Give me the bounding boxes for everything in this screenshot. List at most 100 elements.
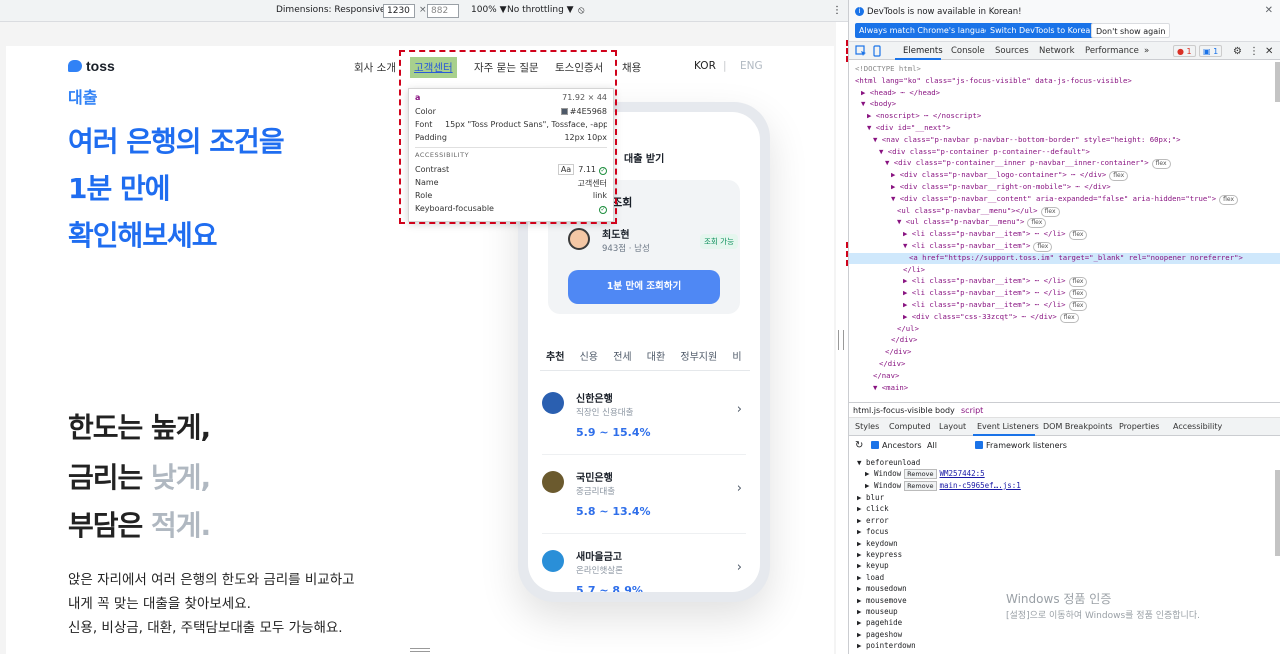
tab-more[interactable]: » (1144, 46, 1149, 56)
dom-node[interactable]: ▼ <div class="p-navbar__content" aria-ex… (849, 194, 1280, 205)
check-loan-button[interactable]: 1분 만에 조회하기 (568, 270, 720, 304)
toss-logo[interactable]: toss (68, 58, 115, 74)
dom-node[interactable]: <html lang="ko" class="js-focus-visible"… (849, 76, 1280, 87)
event-item[interactable]: ▶ keypress (857, 550, 902, 559)
width-input[interactable]: 1230 (383, 4, 415, 18)
bank-row[interactable]: 신한은행 직장인 신용대출 5.9 ~ 15.4% › (542, 386, 746, 456)
dom-node[interactable]: </div> (849, 359, 1280, 370)
framework-checkbox[interactable]: Framework listeners (975, 441, 1067, 450)
tab-dom-breakpoints[interactable]: DOM Breakpoints (1043, 422, 1113, 431)
dom-node[interactable]: ▼ <div id="__next"> (849, 123, 1280, 134)
dom-node[interactable]: ▶ <div class="css-33zcqt"> ⋯ </div> flex (849, 312, 1280, 323)
dom-node[interactable]: ▼ <div class="p-container p-container--d… (849, 147, 1280, 158)
dom-node[interactable]: </nav> (849, 371, 1280, 382)
nav-company[interactable]: 회사 소개 (354, 60, 396, 75)
message-badge[interactable]: ▣ 1 (1199, 45, 1223, 57)
flex-badge[interactable]: flex (1068, 301, 1088, 311)
dom-node[interactable]: ▼ <main> (849, 383, 1280, 394)
flex-badge[interactable]: flex (1219, 194, 1239, 205)
flex-badge[interactable]: flex (1151, 159, 1171, 170)
event-item[interactable]: ▶ pagehide (857, 618, 902, 627)
dom-scrollbar[interactable] (1275, 62, 1280, 102)
resize-handle-bottom[interactable] (410, 648, 430, 652)
lang-kor[interactable]: KOR (694, 60, 716, 72)
tab-elements[interactable]: Elements (903, 46, 943, 56)
flex-badge[interactable]: flex (1068, 277, 1088, 288)
dom-node[interactable]: ▶ <div class="p-navbar__logo-container">… (849, 170, 1280, 182)
event-item[interactable]: ▶ mouseup (857, 607, 898, 616)
refresh-icon[interactable]: ↻ (855, 440, 863, 451)
tab-refinance[interactable]: 대환 (647, 352, 665, 363)
event-beforeunload[interactable]: ▼ beforeunload (857, 458, 920, 467)
event-item[interactable]: ▶ pointerdown (857, 641, 916, 650)
device-toggle-icon[interactable] (871, 45, 883, 57)
dom-node[interactable]: </div> (849, 347, 1280, 358)
tab-government[interactable]: 정부지원 (680, 352, 717, 363)
event-item[interactable]: ▶ keyup (857, 561, 889, 570)
tab-sources[interactable]: Sources (995, 46, 1029, 56)
flex-badge[interactable]: flex (1033, 242, 1053, 252)
dom-node[interactable]: ▼ <div class="p-container__inner p-navba… (849, 158, 1280, 170)
tab-recommended[interactable]: 추천 (546, 352, 564, 363)
dom-node[interactable]: ▶ <head> ⋯ </head> (849, 88, 1280, 99)
crumb-body[interactable]: body (935, 406, 955, 415)
tab-performance[interactable]: Performance (1085, 46, 1139, 56)
event-item[interactable]: ▶ mousemove (857, 596, 907, 605)
rotate-icon[interactable]: ⦸ (578, 5, 585, 16)
dom-node[interactable]: </div> (849, 335, 1280, 346)
bank-row[interactable]: 국민은행 중금리대출 5.8 ~ 13.4% › (542, 465, 746, 535)
event-item[interactable]: ▶ pageshow (857, 630, 902, 639)
listener-row[interactable]: ▶ Window Remove main-c5965ef….js:1 (865, 481, 1021, 491)
zoom-dropdown[interactable]: 100% ▼ (471, 5, 507, 15)
event-item[interactable]: ▶ focus (857, 527, 889, 536)
close-devtools-icon[interactable]: ✕ (1265, 46, 1273, 57)
crumb-script[interactable]: script (961, 406, 983, 415)
dom-node[interactable]: ▼ <li class="p-navbar__item"> flex (849, 241, 1280, 252)
throttle-dropdown[interactable]: No throttling ▼ (507, 5, 574, 15)
tab-network[interactable]: Network (1039, 46, 1075, 56)
remove-button[interactable]: Remove (904, 481, 937, 491)
dom-node[interactable]: ▶ <li class="p-navbar__item"> ⋯ </li> fle… (849, 288, 1280, 300)
nav-careers[interactable]: 채용 (622, 60, 641, 75)
event-item[interactable]: ▶ mousedown (857, 584, 907, 593)
event-item[interactable]: ▶ load (857, 573, 884, 582)
switch-korean-button[interactable]: Switch DevTools to Korean (986, 23, 1100, 38)
flex-badge[interactable]: flex (1059, 312, 1079, 323)
dom-node[interactable]: <ul class="p-navbar__menu"></ul> flex (849, 206, 1280, 217)
flex-badge[interactable]: flex (1109, 171, 1129, 182)
resize-handle-right[interactable] (838, 330, 844, 350)
dom-node[interactable]: ▶ <li class="p-navbar__item"> ⋯ </li> fle… (849, 300, 1280, 311)
more-icon[interactable]: ⋮ (1249, 46, 1259, 57)
tab-credit[interactable]: 신용 (580, 352, 598, 363)
dom-node[interactable]: </li> (849, 265, 1280, 276)
flex-badge[interactable]: flex (1027, 218, 1047, 229)
close-icon[interactable]: ✕ (1265, 5, 1273, 16)
ancestors-checkbox[interactable]: Ancestors (871, 441, 922, 450)
dimensions-dropdown[interactable]: Dimensions: Responsive ▼ (276, 5, 395, 15)
bank-row[interactable]: 새마을금고 온라인햇살론 5.7 ~ 8.9% › (542, 544, 746, 592)
dom-node[interactable]: ▶ <li class="p-navbar__item"> ⋯ </li> fle… (849, 276, 1280, 288)
error-badge[interactable]: ● 1 (1173, 45, 1196, 57)
dom-node[interactable]: ▼ <ul class="p-navbar__menu"> flex (849, 217, 1280, 229)
dom-node[interactable]: ▶ <noscript> ⋯ </noscript> (849, 111, 1280, 122)
tab-jeonse[interactable]: 전세 (613, 352, 631, 363)
event-item[interactable]: ▶ error (857, 516, 889, 525)
event-item[interactable]: ▶ click (857, 504, 889, 513)
dom-node[interactable]: ▼ <nav class="p-navbar p-navbar--bottom-… (849, 135, 1280, 146)
lang-eng[interactable]: ENG (740, 60, 763, 72)
dom-node[interactable]: </ul> (849, 324, 1280, 335)
dom-node[interactable]: ▼ <body> (849, 99, 1280, 110)
dont-show-button[interactable]: Don't show again (1091, 23, 1171, 38)
tab-accessibility[interactable]: Accessibility (1173, 422, 1222, 431)
settings-gear-icon[interactable]: ⚙ (1233, 46, 1242, 57)
listener-row[interactable]: ▶ Window Remove WM257442:5 (865, 469, 985, 479)
height-input[interactable]: 882 (427, 4, 459, 18)
event-item[interactable]: ▶ blur (857, 493, 884, 502)
tab-event-listeners[interactable]: Event Listeners (977, 422, 1039, 431)
events-scrollbar[interactable] (1275, 470, 1280, 556)
tab-properties[interactable]: Properties (1119, 422, 1159, 431)
flex-badge[interactable]: flex (1068, 230, 1088, 241)
flex-badge[interactable]: flex (1068, 289, 1088, 300)
dom-node[interactable]: ▶ <li class="p-navbar__item"> ⋯ </li> fle… (849, 229, 1280, 241)
dom-node-selected[interactable]: <a href="https://support.toss.im" target… (849, 252, 1280, 265)
